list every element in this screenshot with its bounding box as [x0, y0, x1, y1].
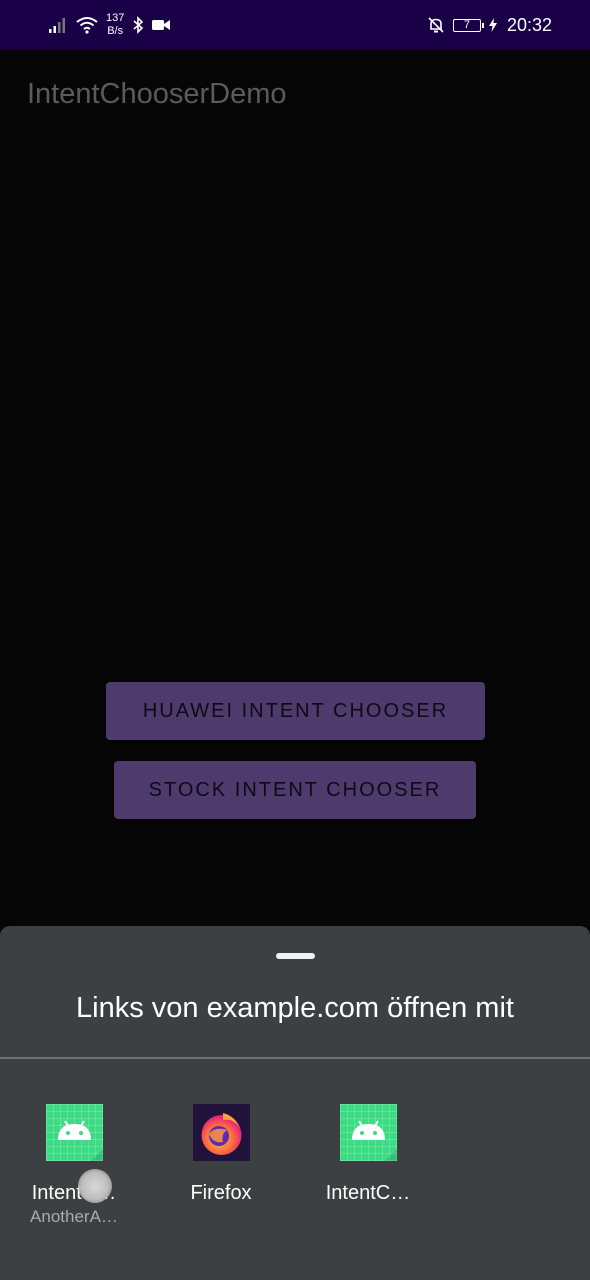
chooser-title: Links von example.com öffnen mit: [76, 992, 514, 1024]
status-bar-right: 7 20:32: [427, 10, 552, 40]
notifications-off-icon: [428, 17, 444, 33]
huawei-intent-chooser-button[interactable]: HUAWEI INTENT CHOOSER: [106, 682, 485, 740]
signal-icon: [49, 18, 65, 33]
android-head-icon: [57, 1120, 103, 1161]
charging-icon: [488, 18, 497, 32]
chooser-target-firefox[interactable]: Firefox: [147, 1104, 295, 1205]
android-app-icon: [339, 1104, 397, 1161]
network-speed: 137 B/s: [106, 12, 124, 38]
chooser-target-intentchooser-another[interactable]: IntentC… AnotherA…: [0, 1104, 148, 1227]
touch-indicator: [78, 1169, 112, 1203]
status-bar: 137 B/s 7 20:32: [0, 0, 590, 50]
divider: [0, 1057, 590, 1059]
clock: 20:32: [506, 14, 552, 35]
network-speed-unit: B/s: [107, 25, 124, 37]
battery-icon: 7: [452, 18, 484, 32]
network-speed-value: 137: [106, 12, 125, 24]
firefox-logo-icon: [201, 1113, 241, 1155]
video-camera-icon: [152, 20, 171, 30]
chooser-target-label: IntentC…: [325, 1182, 411, 1204]
status-bar-left: 137 B/s: [48, 10, 171, 40]
chooser-target-label: IntentC…: [31, 1182, 117, 1204]
huawei-intent-chooser-button-label: HUAWEI INTENT CHOOSER: [142, 699, 449, 722]
battery-level: 7: [463, 19, 471, 31]
chooser-target-intentchooser[interactable]: IntentC…: [294, 1104, 442, 1205]
chooser-bottom-sheet: Links von example.com öffnen mit IntentC…: [0, 926, 590, 1280]
stock-intent-chooser-button-label: STOCK INTENT CHOOSER: [148, 778, 442, 801]
android-app-icon: [45, 1104, 103, 1161]
drag-handle[interactable]: [276, 953, 315, 959]
chooser-target-label: Firefox: [190, 1182, 252, 1204]
bluetooth-icon: [133, 16, 144, 34]
firefox-icon: [192, 1104, 250, 1161]
stock-intent-chooser-button[interactable]: STOCK INTENT CHOOSER: [114, 761, 476, 819]
wifi-icon: [76, 17, 98, 34]
chooser-target-sublabel: AnotherA…: [30, 1207, 118, 1226]
app-title: IntentChooserDemo: [27, 78, 287, 110]
android-head-icon: [351, 1120, 397, 1161]
